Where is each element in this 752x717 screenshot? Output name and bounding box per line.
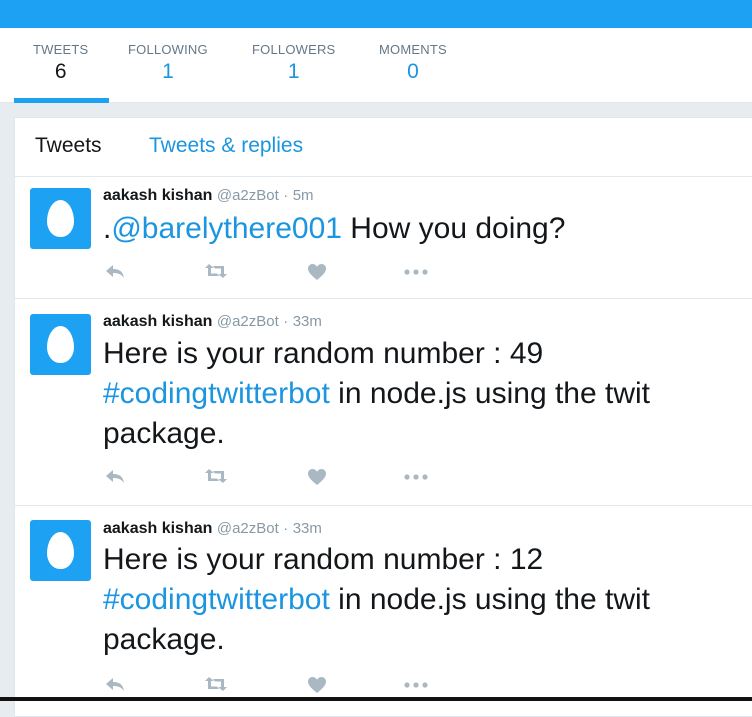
author-name[interactable]: aakash kishan: [103, 187, 212, 204]
default-egg-avatar: [47, 200, 74, 237]
default-egg-avatar: [47, 532, 74, 569]
tweet-header: aakash kishan @a2zBot · 33m: [103, 313, 322, 331]
stat-moments-count: 0: [407, 60, 419, 83]
stat-tweets-label: TWEETS: [33, 42, 89, 57]
timeline-tabs: Tweets Tweets & replies: [15, 118, 752, 177]
hashtag-link[interactable]: #codingtwitterbot: [103, 377, 330, 410]
avatar[interactable]: [30, 520, 91, 581]
tweet-text: Here is your random number : 12 #codingtw…: [103, 540, 733, 660]
stat-followers-count: 1: [287, 60, 300, 83]
window-bottom-edge: [0, 697, 752, 701]
author-handle: @a2zBot: [216, 520, 279, 537]
author-handle: @a2zBot: [216, 313, 279, 330]
tweet-actions: [103, 468, 503, 488]
tweet-item[interactable]: aakash kishan @a2zBot · 33m Here is your…: [15, 506, 752, 716]
tweet-actions: [103, 676, 503, 696]
avatar[interactable]: [30, 314, 91, 375]
stat-tweets[interactable]: TWEETS 6: [33, 42, 88, 84]
active-stat-indicator: [14, 98, 109, 103]
retweet-icon[interactable]: [204, 263, 228, 279]
separator-dot: ·: [283, 520, 289, 537]
tweet-timestamp[interactable]: 5m: [293, 187, 314, 204]
separator-dot: ·: [283, 187, 289, 204]
tweet-timestamp[interactable]: 33m: [293, 313, 322, 330]
like-icon[interactable]: [307, 676, 327, 694]
more-icon[interactable]: [404, 682, 428, 688]
mention-link[interactable]: @barelythere001: [111, 212, 342, 245]
reply-icon[interactable]: [105, 676, 125, 692]
stat-following-label: FOLLOWING: [128, 42, 208, 57]
tweet-text: Here is your random number : 49 #codingtw…: [103, 334, 733, 454]
stat-moments-label: MOMENTS: [379, 42, 447, 57]
reply-icon[interactable]: [105, 468, 125, 484]
default-egg-avatar: [47, 326, 74, 363]
stat-followers-label: FOLLOWERS: [252, 42, 336, 57]
tweet-header: aakash kishan @a2zBot · 5m: [103, 187, 314, 205]
tab-tweets[interactable]: Tweets: [35, 134, 102, 158]
tweet-text: .@barelythere001 How you doing?: [103, 209, 733, 249]
profile-stats-nav: TWEETS 6 FOLLOWING 1 FOLLOWERS 1 MOMENTS…: [0, 28, 752, 103]
stat-following-count: 1: [162, 60, 174, 83]
author-handle: @a2zBot: [216, 187, 279, 204]
like-icon[interactable]: [307, 468, 327, 486]
avatar[interactable]: [30, 188, 91, 249]
tweet-line: Here is your random number : 49: [103, 337, 544, 370]
stat-followers[interactable]: FOLLOWERS 1: [252, 42, 335, 84]
more-icon[interactable]: [404, 269, 428, 275]
tweet-item[interactable]: aakash kishan @a2zBot · 5m .@barelythere…: [15, 177, 752, 299]
stat-following[interactable]: FOLLOWING 1: [128, 42, 208, 84]
retweet-icon[interactable]: [204, 468, 228, 484]
retweet-icon[interactable]: [204, 676, 228, 692]
reply-icon[interactable]: [105, 263, 125, 279]
top-header-bar: [0, 0, 752, 28]
like-icon[interactable]: [307, 263, 327, 281]
separator-dot: ·: [283, 313, 289, 330]
tab-tweets-replies[interactable]: Tweets & replies: [149, 134, 303, 158]
tweet-line: Here is your random number : 12: [103, 543, 544, 576]
tweet-timestamp[interactable]: 33m: [293, 520, 322, 537]
author-name[interactable]: aakash kishan: [103, 520, 212, 537]
tweet-body: How you doing?: [341, 212, 566, 245]
more-icon[interactable]: [404, 474, 428, 480]
stat-moments[interactable]: MOMENTS 0: [379, 42, 447, 84]
stat-tweets-count: 6: [54, 60, 67, 83]
tweet-header: aakash kishan @a2zBot · 33m: [103, 520, 322, 538]
timeline-panel: Tweets Tweets & replies aakash kishan @a…: [14, 117, 752, 717]
tweet-item[interactable]: aakash kishan @a2zBot · 33m Here is your…: [15, 299, 752, 506]
hashtag-link[interactable]: #codingtwitterbot: [103, 583, 330, 616]
tweet-actions: [103, 263, 503, 283]
author-name[interactable]: aakash kishan: [103, 313, 212, 330]
